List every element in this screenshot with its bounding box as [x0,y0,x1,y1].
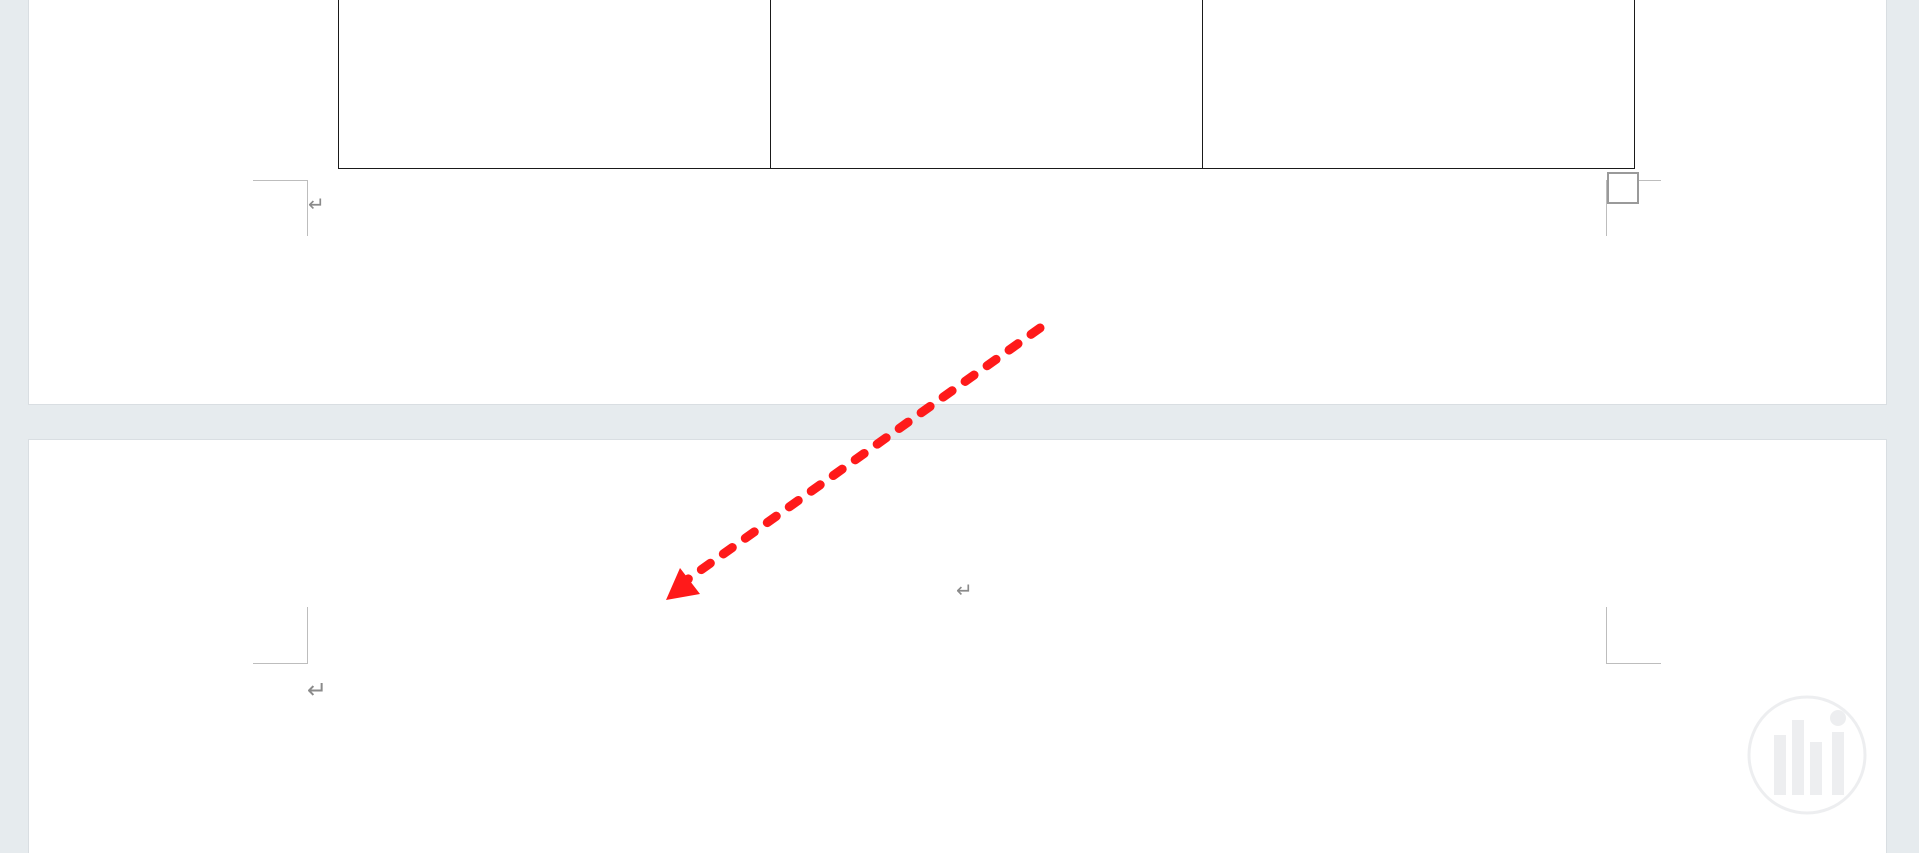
table-cell[interactable] [1202,0,1635,169]
document-workspace: ↵ ↵ ↵ [0,0,1919,853]
crop-mark-top-left [253,607,308,664]
paragraph-mark-icon: ↵ [956,578,973,602]
paragraph-mark-icon: ↵ [308,192,325,216]
crop-mark-bottom-left [253,180,308,236]
document-table[interactable] [338,0,1635,169]
paragraph-mark-icon: ↵ [307,676,328,704]
crop-mark-top-right [1606,607,1661,664]
table-cell[interactable] [338,0,771,169]
watermark-logo [1747,695,1867,815]
table-resize-handle[interactable] [1607,172,1639,204]
table-cell[interactable] [770,0,1203,169]
table-row [338,0,1635,169]
